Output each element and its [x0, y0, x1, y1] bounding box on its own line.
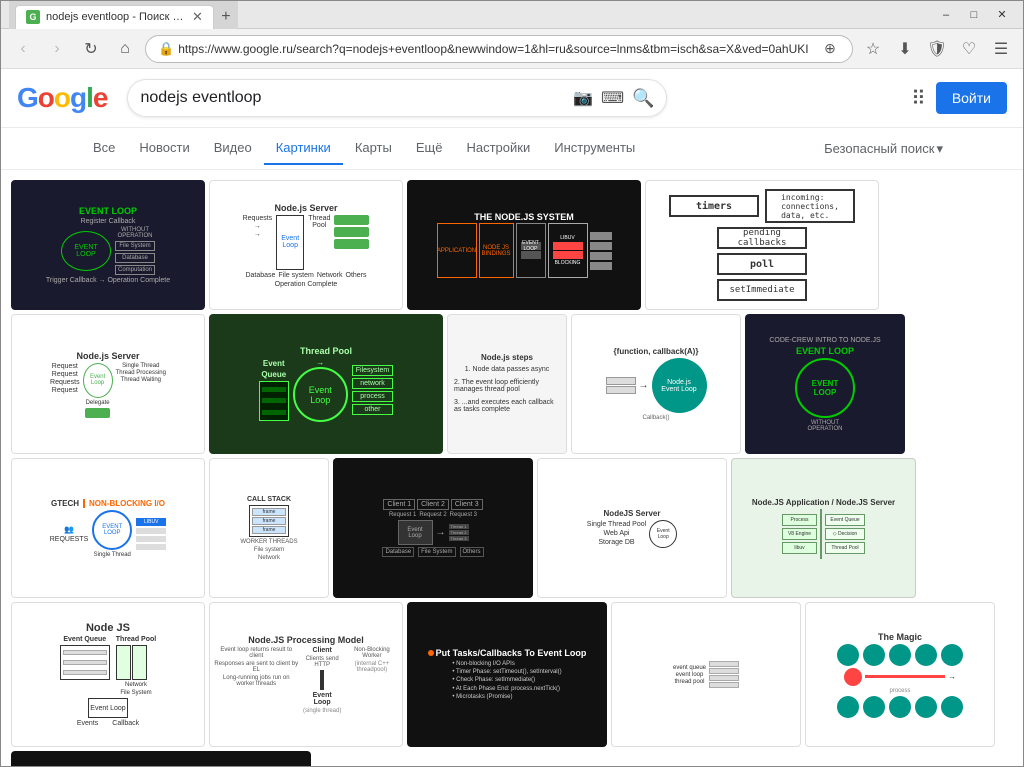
download-icon[interactable]: ⬇ [891, 35, 919, 63]
refresh-button[interactable]: ↻ [77, 35, 105, 63]
heart-icon[interactable]: ♡ [955, 35, 983, 63]
image-row-3: GTECH NON-BLOCKING I/O 👥 REQUESTS EVENTL… [11, 458, 1013, 598]
nav-item-video[interactable]: Видео [202, 132, 264, 165]
list-item[interactable]: Node.JS Application / Node.JS Server Pro… [731, 458, 916, 598]
images-container: EVENT LOOP Register Callback EVENTLOOP W… [1, 170, 1023, 766]
search-submit-icon[interactable]: 🔍 [632, 88, 654, 109]
list-item[interactable]: Event loops life cycle... [11, 751, 311, 766]
logo-letter-l: l [86, 82, 93, 113]
close-button[interactable]: ✕ [989, 5, 1015, 25]
image-row-2: Node.js Server Request Request Requests … [11, 314, 1013, 454]
list-item[interactable]: EVENT LOOP Register Callback EVENTLOOP W… [11, 180, 205, 310]
tab-title: nodejs eventloop - Поиск в... [46, 11, 186, 23]
list-item[interactable]: NodeJS Server Single Thread Pool Web Api… [537, 458, 727, 598]
list-item[interactable]: timers incoming:connections,data, etc. p… [645, 180, 879, 310]
google-logo: Google [17, 82, 107, 114]
search-bar[interactable]: nodejs eventloop 📷 ⌨ 🔍 [127, 79, 667, 117]
browser-frame: G nodejs eventloop - Поиск в... ✕ + – □ … [0, 0, 1024, 767]
list-item[interactable]: Thread Pool Event Queue [209, 314, 443, 454]
list-item[interactable]: Node JS Event Queue [11, 602, 205, 747]
image-row-4: Node JS Event Queue [11, 602, 1013, 747]
search-nav: Все Новости Видео Картинки Карты Ещё Нас… [1, 128, 1023, 170]
list-item[interactable]: {function, callback(A)} → Node.js Event … [571, 314, 741, 454]
google-header: Google nodejs eventloop 📷 ⌨ 🔍 ⠿ Войти [1, 69, 1023, 128]
safe-search-toggle[interactable]: Безопасный поиск ▾ [824, 141, 943, 157]
list-item[interactable]: CALL STACK frame frame frame WORKER THRE… [209, 458, 329, 598]
list-item[interactable]: Node.js Server Request Request Requests … [11, 314, 205, 454]
home-button[interactable]: ⌂ [111, 35, 139, 63]
back-button[interactable]: ‹ [9, 35, 37, 63]
image-row-1: EVENT LOOP Register Callback EVENTLOOP W… [11, 180, 1013, 310]
nav-item-tools[interactable]: Инструменты [542, 132, 647, 165]
title-bar: G nodejs eventloop - Поиск в... ✕ + – □ … [1, 1, 1023, 29]
shield-icon[interactable]: 🛡 [923, 35, 951, 63]
signin-button[interactable]: Войти [936, 82, 1007, 114]
google-apps-icon[interactable]: ⠿ [911, 86, 926, 111]
window-controls: – □ ✕ [933, 5, 1015, 25]
logo-letter-g: G [17, 82, 38, 113]
nav-item-more[interactable]: Ещё [404, 132, 455, 165]
nav-icon-area: ☆ ⬇ 🛡 ♡ ☰ [859, 35, 1015, 63]
list-item[interactable]: Client 1 Client 2 Client 3 Request 1 Req… [333, 458, 533, 598]
maximize-button[interactable]: □ [961, 5, 987, 25]
nav-bar: ‹ › ↻ ⌂ 🔒 https://www.google.ru/search?q… [1, 29, 1023, 69]
header-right: ⠿ Войти [911, 82, 1007, 114]
camera-search-icon[interactable]: 📷 [573, 88, 593, 108]
browser-tab-active[interactable]: G nodejs eventloop - Поиск в... ✕ [15, 5, 214, 29]
new-tab-button[interactable]: + [214, 5, 238, 29]
tab-area: G nodejs eventloop - Поиск в... ✕ + [9, 1, 238, 29]
ssl-lock-icon: 🔒 [158, 41, 174, 57]
logo-letter-o1: o [38, 82, 54, 113]
nav-item-news[interactable]: Новости [127, 132, 201, 165]
google-page: Google nodejs eventloop 📷 ⌨ 🔍 ⠿ Войти Вс… [1, 69, 1023, 766]
list-item[interactable]: Node.js Server Requests → → EventLoop Th… [209, 180, 403, 310]
nav-item-settings[interactable]: Настройки [454, 132, 542, 165]
image-row-5: Event loops life cycle... [11, 751, 1013, 766]
forward-button[interactable]: › [43, 35, 71, 63]
tab-close-button[interactable]: ✕ [192, 9, 203, 25]
list-item[interactable]: THE NODE.JS SYSTEM APPLICATION NODE JSBI… [407, 180, 641, 310]
address-text: https://www.google.ru/search?q=nodejs+ev… [178, 42, 816, 56]
logo-letter-e: e [93, 82, 108, 113]
nav-item-images[interactable]: Картинки [264, 132, 343, 165]
list-item[interactable]: CODE-CREW INTRO TO NODE.JS EVENT LOOP EV… [745, 314, 905, 454]
logo-letter-o2: o [54, 82, 70, 113]
list-item[interactable]: Node.js steps 1. Node data passes async … [447, 314, 567, 454]
minimize-button[interactable]: – [933, 5, 959, 25]
list-item[interactable]: event queue event loop thread pool [611, 602, 801, 747]
list-item[interactable]: GTECH NON-BLOCKING I/O 👥 REQUESTS EVENTL… [11, 458, 205, 598]
list-item[interactable]: Put Tasks/Callbacks To Event Loop • Non-… [407, 602, 607, 747]
list-item[interactable]: Node.JS Processing Model Event loop retu… [209, 602, 403, 747]
list-item[interactable]: The Magic → proce [805, 602, 995, 747]
nav-item-maps[interactable]: Карты [343, 132, 404, 165]
bookmark-icon[interactable]: ☆ [859, 35, 887, 63]
nav-item-all[interactable]: Все [81, 132, 127, 165]
keyboard-search-icon[interactable]: ⌨ [601, 88, 624, 108]
search-input[interactable]: nodejs eventloop [140, 89, 565, 107]
menu-icon[interactable]: ☰ [987, 35, 1015, 63]
address-bar[interactable]: 🔒 https://www.google.ru/search?q=nodejs+… [145, 35, 853, 63]
address-refresh-icon[interactable]: ⊕ [820, 39, 840, 59]
tab-favicon: G [26, 10, 40, 24]
logo-letter-g2: g [70, 82, 86, 113]
